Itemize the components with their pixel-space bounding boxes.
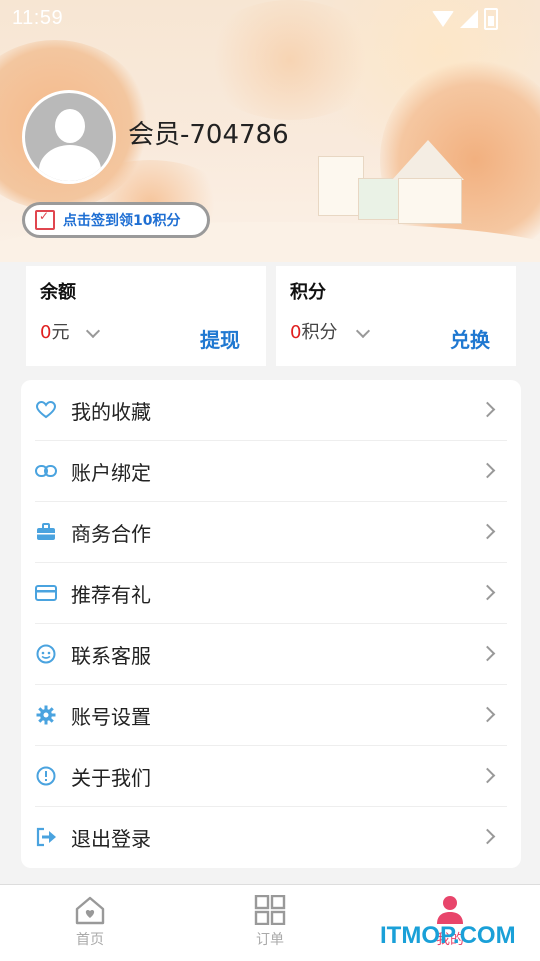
redeem-button[interactable]: 兑换 (450, 324, 490, 353)
balance-amount: 0 (40, 322, 52, 343)
chevron-right-icon (479, 462, 496, 479)
gear-icon (35, 704, 57, 726)
menu-label: 账号设置 (71, 704, 151, 729)
status-icons (432, 8, 498, 30)
balance-card: 余额 0元 提现 (26, 266, 266, 366)
balance-unit: 元 (51, 322, 70, 343)
checkin-button[interactable]: 点击签到领10积分 (22, 202, 210, 238)
balance-title: 余额 (40, 282, 76, 303)
menu-item-customer-service[interactable]: 联系客服 (35, 624, 507, 685)
tab-label: 订单 (256, 932, 284, 948)
menu-item-favorites[interactable]: 我的收藏 (35, 380, 507, 441)
home-icon (75, 896, 105, 925)
menu-item-logout[interactable]: 退出登录 (35, 807, 507, 867)
status-time: 11:59 (12, 7, 64, 29)
tab-label: 首页 (76, 932, 104, 948)
chevron-right-icon (479, 767, 496, 784)
chevron-right-icon (479, 645, 496, 662)
menu-list: 我的收藏 账户绑定 商务合作 推荐有礼 联系客服 账号设置 关于我们 退出登录 (21, 380, 521, 868)
menu-label: 联系客服 (71, 643, 151, 668)
balance-value[interactable]: 0元 (40, 318, 69, 344)
logout-icon (35, 826, 57, 848)
chevron-down-icon[interactable] (85, 323, 101, 339)
menu-label: 关于我们 (71, 765, 151, 790)
checkin-label: 点击签到领10积分 (63, 213, 181, 229)
avatar[interactable] (22, 90, 116, 184)
menu-label: 我的收藏 (71, 399, 151, 424)
tab-home[interactable]: 首页 (0, 885, 180, 961)
points-title: 积分 (290, 282, 326, 303)
wifi-icon (432, 11, 454, 27)
chevron-right-icon (479, 523, 496, 540)
withdraw-button[interactable]: 提现 (200, 324, 240, 353)
username: 会员-704786 (128, 120, 289, 150)
chevron-down-icon[interactable] (355, 323, 371, 339)
tab-orders[interactable]: 订单 (180, 885, 360, 961)
menu-item-settings[interactable]: 账号设置 (35, 685, 507, 746)
menu-label: 商务合作 (71, 521, 151, 546)
chevron-right-icon (479, 706, 496, 723)
chevron-right-icon (479, 584, 496, 601)
points-value[interactable]: 0积分 (290, 318, 337, 344)
menu-label: 推荐有礼 (71, 582, 151, 607)
points-card: 积分 0积分 兑换 (276, 266, 516, 366)
menu-item-business[interactable]: 商务合作 (35, 502, 507, 563)
menu-item-referral[interactable]: 推荐有礼 (35, 563, 507, 624)
menu-item-about[interactable]: 关于我们 (35, 746, 507, 807)
card-icon (35, 582, 57, 604)
face-icon (35, 643, 57, 665)
menu-item-account-binding[interactable]: 账户绑定 (35, 441, 507, 502)
points-amount: 0 (290, 322, 302, 343)
chevron-right-icon (479, 401, 496, 418)
heart-icon (35, 399, 57, 421)
user-icon (437, 896, 463, 924)
chevron-right-icon (479, 828, 496, 845)
briefcase-icon (35, 521, 57, 543)
link-icon (35, 460, 57, 482)
signal-icon (460, 10, 478, 28)
calendar-check-icon (35, 209, 55, 230)
grid-icon (254, 895, 286, 925)
watermark-text: ITMOP.COM (380, 922, 516, 949)
menu-label: 账户绑定 (71, 460, 151, 485)
points-unit: 积分 (301, 322, 338, 343)
menu-label: 退出登录 (71, 826, 151, 851)
battery-icon (484, 8, 498, 30)
info-icon (35, 765, 57, 787)
